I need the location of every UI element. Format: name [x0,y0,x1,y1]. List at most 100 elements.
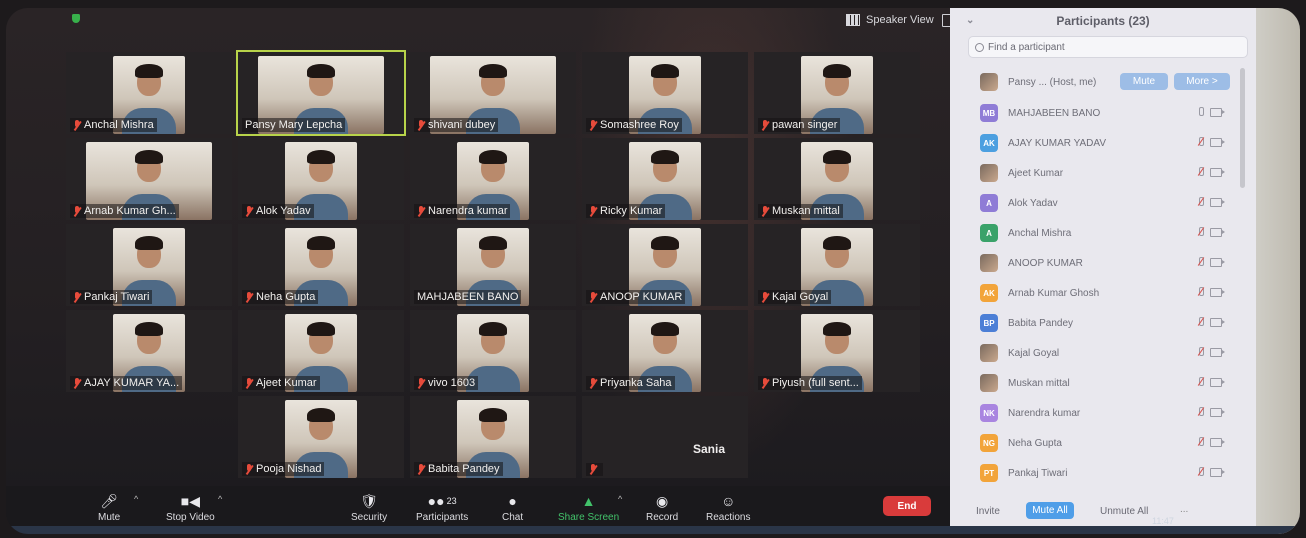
video-off-icon [1210,377,1225,387]
participant-video-tile[interactable]: Ricky Kumar [582,138,748,220]
participant-name-label: MAHJABEEN BANO [414,290,522,304]
participant-video-tile[interactable]: Ajeet Kumar [238,310,404,392]
collapse-chevron-icon[interactable]: ⌄ [966,15,974,26]
share-screen-button[interactable]: ▲ Share Screen [558,492,619,523]
participant-row[interactable]: MB MAHJABEEN BANO [950,98,1240,128]
participant-video-tile[interactable]: Anchal Mishra [66,52,232,134]
muted-mic-icon [245,291,253,303]
person-hair [651,322,679,336]
encryption-shield-icon[interactable] [72,14,80,23]
participant-row[interactable]: PT Pankaj Tiwari [950,458,1240,488]
stop-video-button[interactable]: ■◀ Stop Video [166,492,215,524]
view-grid-icon [846,14,860,26]
participant-row[interactable]: BP Babita Pandey [950,308,1240,338]
participant-row[interactable]: AK AJAY KUMAR YADAV [950,128,1240,158]
participant-video-tile[interactable]: Alok Yadav [238,138,404,220]
participant-video-tile[interactable]: ANOOP KUMAR [582,224,748,306]
muted-mic-icon [1197,287,1204,297]
muted-mic-icon [1197,197,1204,207]
participant-search[interactable] [968,36,1248,58]
participant-status-icons [1197,437,1225,447]
participant-video-tile[interactable]: Neha Gupta [238,224,404,306]
record-button[interactable]: ◉ Record [646,492,678,524]
audio-options-chevron-icon[interactable]: ^ [134,494,138,504]
participant-video-tile[interactable]: shivani dubey [410,52,576,134]
participant-name-label: Pankaj Tiwari [70,290,153,304]
muted-mic-icon [417,205,425,217]
participant-video-tile[interactable]: Muskan mittal [754,138,920,220]
mute-button[interactable]: 🎤︎ Mute [98,492,120,524]
participant-name: Arnab Kumar Gh... [84,205,176,217]
avatar [980,164,998,182]
participant-name: Muskan mittal [772,205,840,217]
participant-video-tile[interactable]: Somashree Roy [582,52,748,134]
participant-search-input[interactable] [988,41,1188,53]
muted-mic-icon [245,205,253,217]
participant-video-tile[interactable]: Pooja Nishad [238,396,404,478]
participant-name-label: Alok Yadav [242,204,314,218]
participant-name-label: ANOOP KUMAR [586,290,686,304]
person-hair [135,322,163,336]
participant-name-label: Priyanka Saha [586,376,675,390]
participant-video-tile[interactable]: Piyush (full sent... [754,310,920,392]
muted-mic-icon [761,119,769,131]
share-options-chevron-icon[interactable]: ^ [618,494,622,504]
participant-video-tile[interactable]: Kajal Goyal [754,224,920,306]
participant-row[interactable]: NK Narendra kumar [950,398,1240,428]
end-meeting-button[interactable]: End [883,496,931,516]
participant-name-label: Ricky Kumar [586,204,666,218]
participant-name-label: Babita Pandey [414,462,503,476]
person-hair [823,150,851,164]
mute-all-button[interactable]: Mute All [1026,502,1074,519]
speaker-view-button[interactable]: Speaker View [846,14,934,26]
participant-video-tile[interactable]: Arnab Kumar Gh... [66,138,232,220]
video-off-icon [1210,167,1225,177]
participant-video-tile[interactable]: vivo 1603 [410,310,576,392]
participant-name-label: Narendra kumar [414,204,511,218]
muted-mic-icon [1197,347,1204,357]
participants-button[interactable]: ●● 23 Participants [416,492,468,523]
muted-mic-icon [1197,227,1204,237]
participant-row[interactable]: AK Arnab Kumar Ghosh [950,278,1240,308]
participant-video-tile[interactable]: AJAY KUMAR YA... [66,310,232,392]
reactions-button[interactable]: ☺ Reactions [706,492,750,523]
participant-name-label: vivo 1603 [414,376,479,390]
participant-video-tile[interactable]: Babita Pandey [410,396,576,478]
participant-row[interactable]: Kajal Goyal [950,338,1240,368]
participant-video-tile[interactable]: Priyanka Saha [582,310,748,392]
video-off-icon [1210,227,1225,237]
security-button[interactable]: 🛡︎ Security [351,492,387,524]
muted-mic-icon [1197,467,1204,477]
participant-video-tile[interactable]: MAHJABEEN BANO [410,224,576,306]
person-hair [823,322,851,336]
shield-icon: 🛡︎ [360,492,378,509]
more-participant-button[interactable]: More > [1174,73,1230,90]
participant-name-label: Anchal Mishra [70,118,157,132]
participant-name: ANOOP KUMAR [600,291,683,303]
participant-name-label: Piyush (full sent... [758,376,862,390]
person-hair [651,236,679,250]
participant-name-label: Neha Gupta [242,290,319,304]
participant-video-tile[interactable]: Pansy Mary Lepcha [236,50,406,136]
unmute-all-button[interactable]: Unmute All [1100,506,1148,517]
participant-row-host[interactable]: Pansy ... (Host, me) Mute More > [950,66,1240,98]
invite-button[interactable]: Invite [976,506,1000,517]
participant-row[interactable]: ANOOP KUMAR [950,248,1240,278]
participant-row[interactable]: Muskan mittal [950,368,1240,398]
participant-row[interactable]: A Alok Yadav [950,188,1240,218]
participant-video-tile[interactable]: Pankaj Tiwari [66,224,232,306]
video-options-chevron-icon[interactable]: ^ [218,494,222,504]
chat-button[interactable]: ● Chat [502,492,523,523]
participant-video-tile[interactable]: Narendra kumar [410,138,576,220]
participant-row[interactable]: NG Neha Gupta [950,428,1240,458]
person-hair [479,236,507,250]
mute-participant-button[interactable]: Mute [1120,73,1168,90]
more-options-button[interactable]: ... [1180,504,1188,515]
muted-mic-icon [417,463,425,475]
participant-list-scrollbar[interactable] [1240,68,1245,188]
participant-row[interactable]: A Anchal Mishra [950,218,1240,248]
participant-name-label: shivani dubey [414,118,499,132]
participant-video-tile[interactable]: pawan singer [754,52,920,134]
participant-row[interactable]: Ajeet Kumar [950,158,1240,188]
person-hair [135,64,163,78]
